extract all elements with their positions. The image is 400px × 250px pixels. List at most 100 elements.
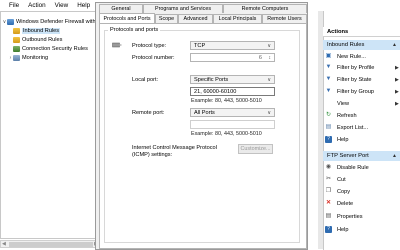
tab-advanced[interactable]: Advanced: [178, 14, 213, 23]
icmp-settings-label-line2: (ICMP) settings:: [132, 152, 173, 158]
tab-remote-users[interactable]: Remote Users: [262, 14, 307, 23]
local-port-value: Specific Ports: [194, 76, 229, 83]
section-label: Inbound Rules: [327, 42, 365, 48]
action-label: Filter by Group: [337, 88, 374, 95]
tab-scope[interactable]: Scope: [155, 14, 178, 23]
menu-help[interactable]: Help: [72, 2, 94, 9]
action-copy[interactable]: ❐ Copy: [325, 187, 350, 196]
tree-horizontal-scrollbar[interactable]: ◀ ▶: [0, 240, 100, 248]
action-disable-rule[interactable]: ◉ Disable Rule: [325, 163, 369, 172]
tab-label: Programs and Services: [154, 6, 212, 12]
collapse-up-icon[interactable]: ▲: [392, 42, 397, 48]
chevron-down-icon: ∨: [267, 77, 271, 83]
tab-general[interactable]: General: [99, 4, 143, 13]
help-icon: ?: [325, 136, 332, 143]
section-label: FTP Server Port: [327, 153, 369, 159]
tab-label: Scope: [158, 16, 175, 22]
tab-label: Local Principals: [218, 16, 257, 22]
tab-programs-and-services[interactable]: Programs and Services: [143, 4, 223, 13]
tree-item-outbound-rules[interactable]: Outbound Rules: [8, 36, 62, 44]
action-delete[interactable]: ✕ Delete: [325, 199, 353, 208]
action-filter-by-group[interactable]: ▼ Filter by Group ▶: [325, 87, 399, 96]
action-label: Help: [337, 136, 349, 143]
action-view[interactable]: View ▶: [325, 99, 399, 108]
group-title: Protocols and ports: [108, 27, 161, 33]
submenu-arrow-icon: ▶: [395, 100, 399, 107]
action-label: Filter by Profile: [337, 64, 375, 71]
menu-file[interactable]: File: [0, 2, 23, 9]
actions-section-ftp-server-port[interactable]: FTP Server Port ▲: [323, 151, 400, 161]
customize-button-label: Customize...: [240, 146, 271, 152]
new-rule-icon: ▣: [325, 53, 332, 59]
tree-item-label: Monitoring: [22, 55, 49, 61]
actions-header-label: Actions: [327, 28, 349, 35]
cut-icon: ✂: [325, 176, 332, 182]
help-icon: ?: [325, 226, 332, 233]
connection-security-icon: [13, 46, 20, 52]
submenu-arrow-icon: ▶: [395, 64, 399, 71]
tree-item-label: Connection Security Rules: [22, 46, 88, 52]
local-port-example: Example: 80, 443, 5000-5010: [191, 98, 262, 104]
properties-icon: ▤: [325, 213, 332, 219]
remote-port-value: All Ports: [194, 109, 215, 116]
action-label: View: [337, 100, 350, 107]
spinner-arrows-icon[interactable]: ↕: [269, 54, 272, 62]
remote-port-select[interactable]: All Ports ∨: [190, 108, 275, 117]
tree-item-monitoring[interactable]: › Monitoring: [8, 54, 48, 62]
action-label: Help: [337, 226, 349, 233]
action-new-rule[interactable]: ▣ New Rule...: [325, 52, 366, 61]
action-label: Refresh: [337, 112, 357, 119]
delete-icon: ✕: [325, 200, 332, 206]
monitoring-icon: [13, 55, 20, 61]
protocol-type-select[interactable]: TCP ∨: [190, 41, 275, 50]
chevron-down-icon: ∨: [267, 43, 271, 49]
action-help[interactable]: ? Help: [325, 135, 349, 144]
local-port-label: Local port:: [132, 77, 159, 83]
tab-protocols-and-ports[interactable]: Protocols and Ports: [99, 13, 155, 23]
filter-icon: ▼: [325, 64, 332, 70]
action-label: Delete: [337, 200, 354, 207]
tab-local-principals[interactable]: Local Principals: [213, 14, 262, 23]
tab-remote-computers[interactable]: Remote Computers: [223, 4, 307, 13]
action-refresh[interactable]: ↻ Refresh: [325, 111, 357, 120]
action-properties[interactable]: ▤ Properties: [325, 212, 363, 221]
export-icon: ▤: [325, 124, 332, 130]
action-label: Cut: [337, 176, 346, 183]
tree-item-label: Outbound Rules: [22, 37, 63, 43]
submenu-arrow-icon: ▶: [395, 76, 399, 83]
action-label: Export List...: [337, 124, 369, 131]
copy-icon: ❐: [325, 188, 332, 194]
action-label: Copy: [337, 188, 351, 195]
action-filter-by-state[interactable]: ▼ Filter by State ▶: [325, 75, 399, 84]
local-port-select[interactable]: Specific Ports ∨: [190, 75, 275, 84]
scroll-thumb[interactable]: [9, 242, 93, 247]
action-help-rule[interactable]: ? Help: [325, 225, 349, 234]
blank-icon: [325, 100, 332, 107]
tree-item-inbound-rules[interactable]: Inbound Rules: [8, 27, 61, 35]
action-cut[interactable]: ✂ Cut: [325, 175, 346, 184]
protocol-number-stepper[interactable]: 6 ↕: [190, 53, 275, 62]
protocol-number-label: Protocol number:: [132, 55, 175, 61]
tab-label: Advanced: [183, 16, 208, 22]
tree-item-connection-security-rules[interactable]: Connection Security Rules: [8, 45, 88, 53]
action-export-list[interactable]: ▤ Export List...: [325, 123, 368, 132]
protocol-type-value: TCP: [194, 42, 206, 49]
actions-section-inbound-rules[interactable]: Inbound Rules ▲: [323, 40, 400, 50]
tab-label: Remote Computers: [241, 6, 289, 12]
action-label: New Rule...: [337, 53, 366, 60]
disable-icon: ◉: [325, 164, 332, 170]
scroll-left-icon[interactable]: ◀: [2, 241, 6, 248]
filter-icon: ▼: [325, 88, 332, 94]
firewall-icon: [7, 19, 14, 25]
local-port-input[interactable]: 21, 60000-60100: [190, 87, 275, 96]
menu-action[interactable]: Action: [23, 2, 50, 9]
remote-port-label: Remote port:: [132, 110, 165, 116]
customize-button[interactable]: Customize...: [238, 144, 273, 154]
remote-port-input[interactable]: [190, 120, 275, 129]
menu-view[interactable]: View: [50, 2, 73, 9]
action-filter-by-profile[interactable]: ▼ Filter by Profile ▶: [325, 63, 399, 72]
action-label: Filter by State: [337, 76, 372, 83]
collapse-up-icon[interactable]: ▲: [392, 153, 397, 159]
tree-root[interactable]: ∨ Windows Defender Firewall with: [2, 18, 96, 26]
tab-label: Protocols and Ports: [103, 15, 151, 22]
